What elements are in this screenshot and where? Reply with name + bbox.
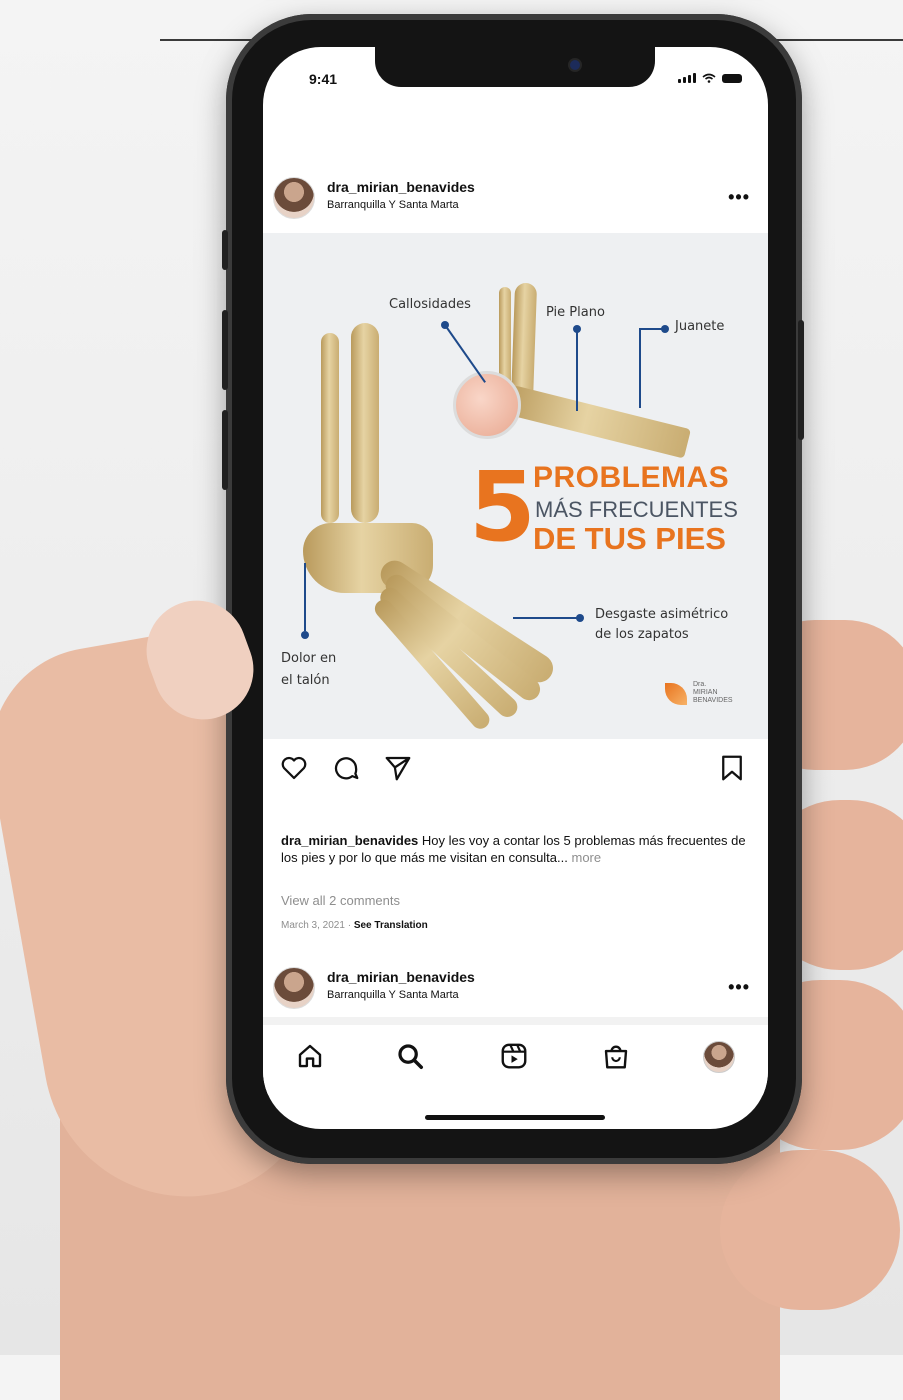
next-post-username[interactable]: dra_mirian_benavides: [327, 969, 475, 985]
more-options-icon[interactable]: •••: [728, 187, 750, 208]
pointer-line: [513, 617, 579, 619]
headline-number: 5: [469, 451, 536, 563]
phone-volume-down: [222, 410, 228, 490]
post-caption: dra_mirian_benavides Hoy les voy a conta…: [281, 832, 751, 866]
profile-avatar[interactable]: [703, 1041, 735, 1073]
post-actions: [279, 753, 749, 785]
status-time: 9:41: [309, 71, 338, 87]
pointer-line: [639, 328, 641, 408]
feed-divider: [263, 1017, 768, 1025]
post-image[interactable]: Callosidades Pie Plano Juanete 5 PROBLEM…: [263, 233, 768, 739]
like-heart-icon[interactable]: [279, 753, 309, 783]
post-location[interactable]: Barranquilla Y Santa Marta: [327, 199, 459, 211]
battery-icon: [722, 73, 742, 83]
pointer-line: [576, 331, 578, 411]
caption-more-link[interactable]: more: [572, 850, 602, 865]
headline-line2: MÁS FRECUENTES: [535, 497, 738, 522]
avatar[interactable]: [273, 177, 315, 219]
label-dolor-line2: el talón: [281, 673, 330, 688]
large-fibula: [321, 333, 339, 523]
phone-power-button: [798, 320, 804, 440]
wifi-icon: [702, 73, 716, 83]
phone-screen: 9:41 dra_mirian_benavides Barranquilla Y…: [263, 47, 768, 1129]
label-dolor-line1: Dolor en: [281, 651, 337, 666]
bookmark-save-icon[interactable]: [717, 753, 747, 783]
headline-line1: PROBLEMAS: [533, 461, 730, 494]
caption-username[interactable]: dra_mirian_benavides: [281, 833, 418, 848]
post-header: dra_mirian_benavides Barranquilla Y Sant…: [273, 177, 758, 223]
post-date-row: March 3, 2021 · See Translation: [281, 920, 428, 931]
next-post-header: dra_mirian_benavides Barranquilla Y Sant…: [273, 967, 758, 1013]
pointer-line: [639, 328, 663, 330]
status-icons: [678, 73, 742, 83]
pointer-line: [304, 563, 306, 631]
phone-mute-switch: [222, 230, 228, 270]
bottom-tab-bar: [263, 1025, 768, 1095]
label-pie-plano: Pie Plano: [546, 305, 605, 320]
avatar[interactable]: [273, 967, 315, 1009]
comment-icon[interactable]: [331, 753, 361, 783]
hand-finger-4: [720, 1150, 900, 1310]
foot-bones-side: [499, 383, 691, 459]
more-options-icon[interactable]: •••: [728, 977, 750, 998]
headline-line3: DE TUS PIES: [533, 521, 726, 556]
reels-icon[interactable]: [499, 1041, 529, 1071]
home-indicator[interactable]: [425, 1115, 605, 1120]
label-desgaste-line2: de los zapatos: [595, 627, 689, 642]
phone-volume-up: [222, 310, 228, 390]
large-tibia: [351, 323, 379, 523]
pointer-line: [444, 324, 486, 383]
logo-leaf-icon: [665, 683, 687, 705]
date-separator: ·: [344, 920, 354, 931]
callus-magnifier: [453, 371, 521, 439]
search-icon[interactable]: [395, 1041, 425, 1071]
label-callosidades: Callosidades: [389, 297, 471, 312]
pointer-dot: [301, 631, 309, 639]
pointer-dot: [576, 614, 584, 622]
share-send-icon[interactable]: [383, 753, 413, 783]
post-date: March 3, 2021: [281, 920, 345, 931]
logo-text: Dra. MIRIAN BENAVIDES: [693, 681, 733, 704]
front-camera: [570, 60, 580, 70]
label-desgaste-line1: Desgaste asimétrico: [595, 607, 729, 622]
notch: [375, 47, 655, 87]
next-post-location[interactable]: Barranquilla Y Santa Marta: [327, 989, 459, 1001]
post-username[interactable]: dra_mirian_benavides: [327, 179, 475, 195]
brand-logo: Dra. MIRIAN BENAVIDES: [665, 679, 745, 707]
see-translation-link[interactable]: See Translation: [354, 920, 428, 931]
view-comments-link[interactable]: View all 2 comments: [281, 893, 400, 908]
shop-icon[interactable]: [601, 1041, 631, 1071]
label-juanete: Juanete: [675, 319, 725, 334]
signal-icon: [678, 73, 696, 83]
home-icon[interactable]: [295, 1041, 325, 1071]
